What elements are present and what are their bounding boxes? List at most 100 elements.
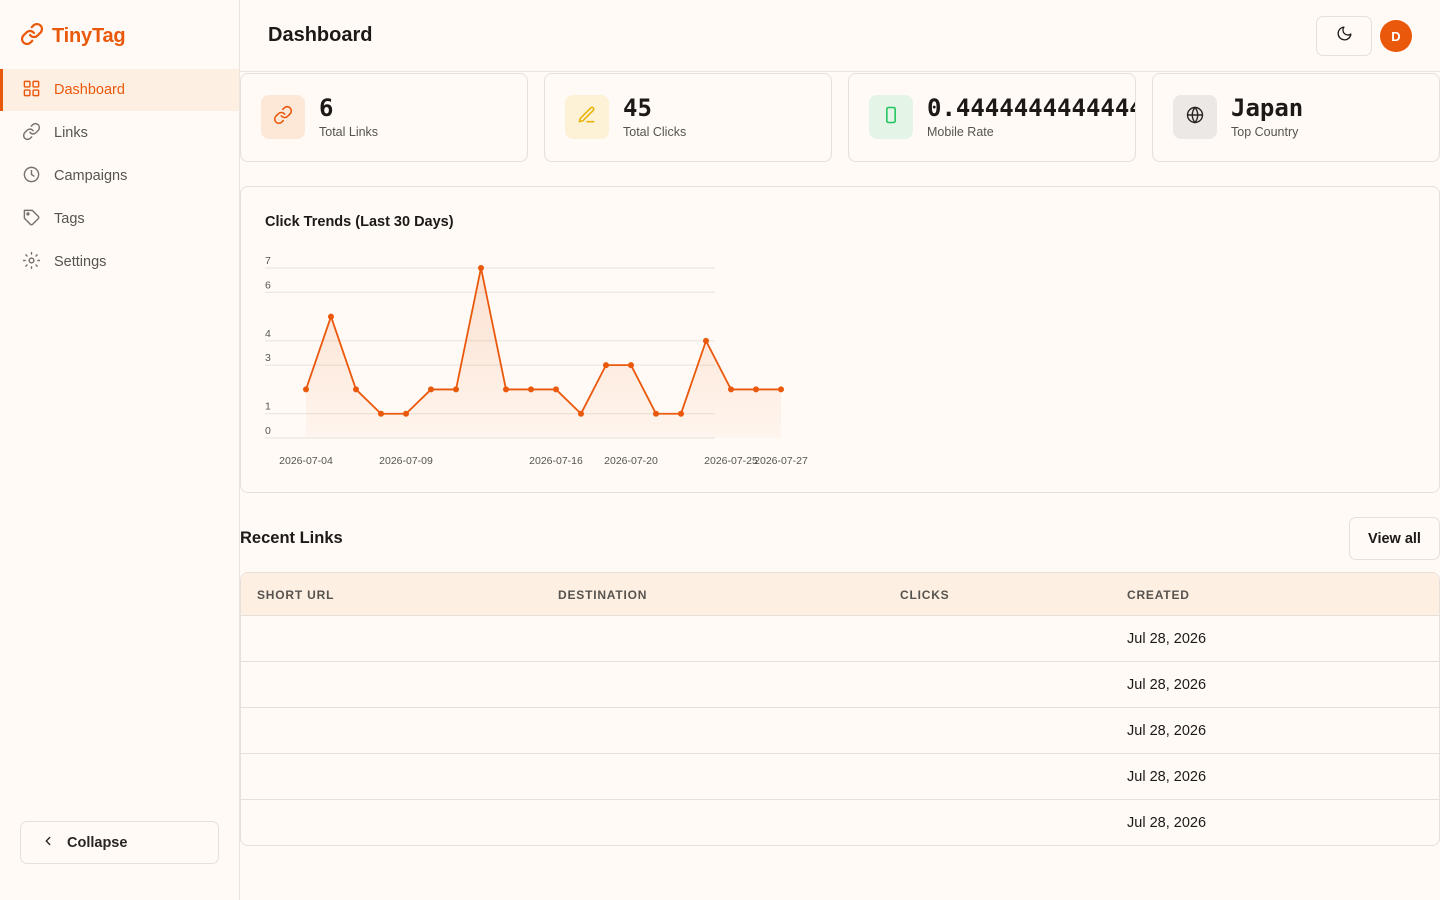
- stat-card-total-links: 6 Total Links: [240, 73, 528, 162]
- sidebar-item-label: Links: [54, 125, 88, 141]
- table-row[interactable]: Jul 28, 2026: [241, 662, 1439, 708]
- pencil-icon: [577, 105, 597, 130]
- cell-created: Jul 28, 2026: [1127, 631, 1207, 647]
- chevron-left-icon: [41, 834, 55, 852]
- avatar[interactable]: D: [1380, 20, 1412, 52]
- link-icon: [20, 22, 44, 51]
- data-point: [553, 386, 559, 393]
- data-point: [353, 386, 359, 393]
- stat-label: Total Clicks: [623, 125, 687, 139]
- column-header-clicks[interactable]: CLICKS: [900, 588, 949, 602]
- click-trends-chart: 0 1 3 4 6 7 2026-07-04 2026-07-09 2026-07-16 2026…: [265, 255, 808, 467]
- x-tick-label: 2026-07-16: [529, 455, 583, 467]
- stat-value: Japan: [1231, 94, 1304, 122]
- sidebar-item-label: Campaigns: [54, 168, 128, 184]
- y-tick-label: 7: [265, 255, 271, 267]
- data-point: [628, 362, 634, 369]
- y-tick-label: 0: [265, 425, 271, 437]
- sidebar-nav: Dashboard Links Campaigns Tags Settings: [0, 69, 239, 284]
- stat-value: 6: [319, 94, 334, 122]
- stat-label: Mobile Rate: [927, 125, 994, 139]
- gear-icon: [22, 251, 41, 274]
- stat-icon-bg: [565, 95, 609, 139]
- data-point: [303, 386, 309, 393]
- data-point: [753, 386, 759, 393]
- sidebar-item-dashboard[interactable]: Dashboard: [0, 69, 239, 111]
- cell-created: Jul 28, 2026: [1127, 769, 1207, 785]
- series-area: [306, 268, 781, 438]
- theme-toggle-button[interactable]: [1316, 16, 1372, 56]
- collapse-label: Collapse: [67, 834, 128, 851]
- stat-label: Total Links: [319, 125, 379, 139]
- link-icon: [273, 105, 293, 130]
- data-point: [403, 410, 409, 417]
- column-header-short-url[interactable]: SHORT URL: [257, 588, 334, 602]
- sidebar-item-label: Settings: [54, 254, 107, 270]
- sidebar-item-tags[interactable]: Tags: [0, 198, 239, 240]
- click-trends-card: Click Trends (Last 30 Days) 0 1 3 4 6 7 2026-0…: [240, 186, 1440, 493]
- x-tick-label: 2026-07-20: [604, 455, 658, 467]
- stat-card-mobile-rate: 0.4444444444444444 Mobile Rate: [848, 73, 1136, 162]
- moon-icon: [1336, 25, 1353, 47]
- x-tick-label: 2026-07-25: [704, 455, 758, 467]
- stat-icon-bg: [869, 95, 913, 139]
- sidebar-item-links[interactable]: Links: [0, 112, 239, 154]
- tag-icon: [22, 208, 41, 231]
- stat-icon-bg: [261, 95, 305, 139]
- data-point: [778, 386, 784, 393]
- data-point: [478, 265, 484, 271]
- grid-icon: [22, 79, 41, 102]
- brand[interactable]: TinyTag: [20, 22, 126, 51]
- cell-created: Jul 28, 2026: [1127, 815, 1207, 831]
- stat-value: 45: [623, 94, 652, 122]
- stat-icon-bg: [1173, 95, 1217, 139]
- link-icon: [22, 122, 41, 145]
- data-point: [703, 337, 709, 344]
- globe-icon: [1185, 105, 1205, 130]
- x-tick-label: 2026-07-04: [279, 455, 333, 467]
- sidebar-item-campaigns[interactable]: Campaigns: [0, 155, 239, 197]
- recent-links-table: SHORT URL DESTINATION CLICKS CREATED Jul…: [240, 572, 1440, 846]
- cell-created: Jul 28, 2026: [1127, 677, 1207, 693]
- view-all-button[interactable]: View all: [1349, 517, 1440, 560]
- stat-value: 0.4444444444444444: [927, 94, 1135, 122]
- y-tick-label: 1: [265, 401, 271, 413]
- sidebar-item-label: Dashboard: [54, 82, 125, 98]
- recent-links-title: Recent Links: [240, 529, 343, 547]
- app-name: TinyTag: [52, 25, 126, 47]
- sidebar: TinyTag Dashboard Links Campaigns Tags S…: [0, 0, 240, 900]
- y-tick-label: 3: [265, 352, 271, 364]
- data-point: [378, 410, 384, 417]
- data-point: [728, 386, 734, 393]
- collapse-button[interactable]: Collapse: [20, 821, 219, 864]
- top-header: Dashboard D: [240, 0, 1440, 72]
- stat-label: Top Country: [1231, 125, 1299, 139]
- table-row[interactable]: Jul 28, 2026: [241, 800, 1439, 845]
- stat-card-total-clicks: 45 Total Clicks: [544, 73, 832, 162]
- data-point: [328, 313, 334, 320]
- table-row[interactable]: Jul 28, 2026: [241, 754, 1439, 800]
- column-header-destination[interactable]: DESTINATION: [558, 588, 647, 602]
- sidebar-item-label: Tags: [54, 211, 85, 227]
- data-point: [453, 386, 459, 393]
- y-tick-label: 4: [265, 328, 271, 340]
- data-point: [503, 386, 509, 393]
- smartphone-icon: [881, 105, 901, 130]
- data-point: [653, 410, 659, 417]
- table-row[interactable]: Jul 28, 2026: [241, 616, 1439, 662]
- column-header-created[interactable]: CREATED: [1127, 588, 1190, 602]
- clock-icon: [22, 165, 41, 188]
- table-header: SHORT URL DESTINATION CLICKS CREATED: [241, 573, 1439, 616]
- x-tick-label: 2026-07-09: [379, 455, 433, 467]
- x-tick-label: 2026-07-27: [754, 455, 808, 467]
- data-point: [528, 386, 534, 393]
- sidebar-item-settings[interactable]: Settings: [0, 241, 239, 283]
- data-point: [578, 410, 584, 417]
- y-tick-label: 6: [265, 279, 271, 291]
- page-title: Dashboard: [268, 24, 373, 46]
- data-point: [678, 410, 684, 417]
- data-point: [428, 386, 434, 393]
- table-row[interactable]: Jul 28, 2026: [241, 708, 1439, 754]
- data-point: [603, 362, 609, 369]
- cell-created: Jul 28, 2026: [1127, 723, 1207, 739]
